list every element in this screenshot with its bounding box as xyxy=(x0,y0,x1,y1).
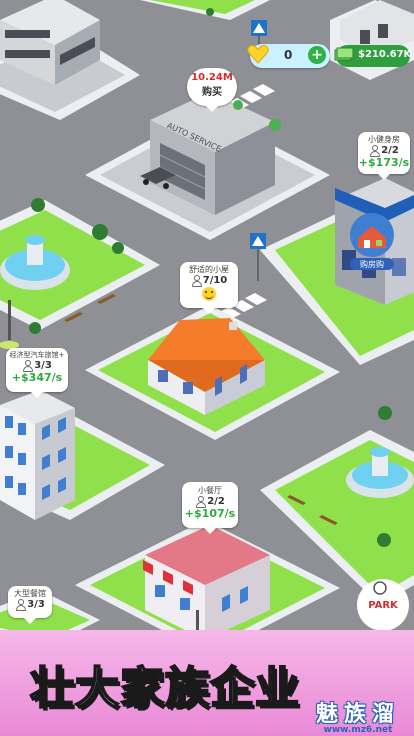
building-name: 小健身房 xyxy=(368,135,400,144)
person-icon xyxy=(369,145,381,157)
occupancy-count: 7/10 xyxy=(202,275,228,286)
occupancy-count: 3/3 xyxy=(27,599,45,610)
buy-label: 购买 xyxy=(202,87,222,98)
occupancy-count: 3/3 xyxy=(34,360,52,371)
person-icon xyxy=(22,360,34,372)
person-icon xyxy=(15,599,27,611)
gym-badge-label: 购房购 xyxy=(360,259,384,269)
watermark-name: 魅族溜 xyxy=(315,702,400,727)
income-rate: +$173/s xyxy=(358,156,410,169)
building-name: 经济型汽车旅馆+ xyxy=(9,351,65,359)
cash-counter: $210.67K xyxy=(334,45,412,67)
motel-building[interactable] xyxy=(0,390,75,520)
person-icon xyxy=(191,275,202,287)
gym-badge[interactable]: 购房购 xyxy=(350,213,394,270)
smiley-icon xyxy=(202,287,216,301)
income-rate: +$107/s xyxy=(184,507,236,520)
promo-title: 壮大家族企业 xyxy=(29,662,300,715)
site-watermark: 魅族溜 www.mz6.net xyxy=(316,696,400,735)
lamp-post-left xyxy=(8,300,11,340)
building-name: 小餐厅 xyxy=(198,486,222,495)
park-marker-text: PARK xyxy=(368,600,399,611)
add-gems-button[interactable]: + xyxy=(308,46,326,64)
occupancy-count: 2/2 xyxy=(381,145,399,156)
watermark-url: www.mz6.net xyxy=(323,725,393,735)
park-marker[interactable]: PARK xyxy=(357,579,409,631)
bubble-small-gym[interactable]: 小健身房 2/2 +$173/s xyxy=(358,132,410,180)
bubble-small-restaurant[interactable]: 小餐厅 2/2 +$107/s xyxy=(182,482,238,534)
cash-stack-icon xyxy=(334,46,354,62)
bubble-motel[interactable]: 经济型汽车旅馆+ 3/3 +$347/s xyxy=(6,348,68,398)
heart-gem-icon xyxy=(246,42,270,66)
building-name: 大型餐馆 xyxy=(14,589,46,598)
bubble-big-restaurant[interactable]: 大型餐馆 3/3 xyxy=(8,586,52,624)
gem-count: 0 xyxy=(284,48,293,62)
person-icon xyxy=(195,496,207,508)
building-name: 舒适的小屋 xyxy=(189,265,229,274)
buy-bubble[interactable]: 10.24M 购买 xyxy=(187,68,237,112)
bubble-cozy-house[interactable]: 舒适的小屋 7/10 xyxy=(180,262,238,314)
income-rate: +$347/s xyxy=(11,371,63,384)
buy-price: 10.24M xyxy=(191,72,233,83)
occupancy-count: 2/2 xyxy=(207,496,225,507)
gem-counter[interactable]: 0 + xyxy=(247,44,330,68)
cash-amount: $210.67K xyxy=(358,49,412,60)
